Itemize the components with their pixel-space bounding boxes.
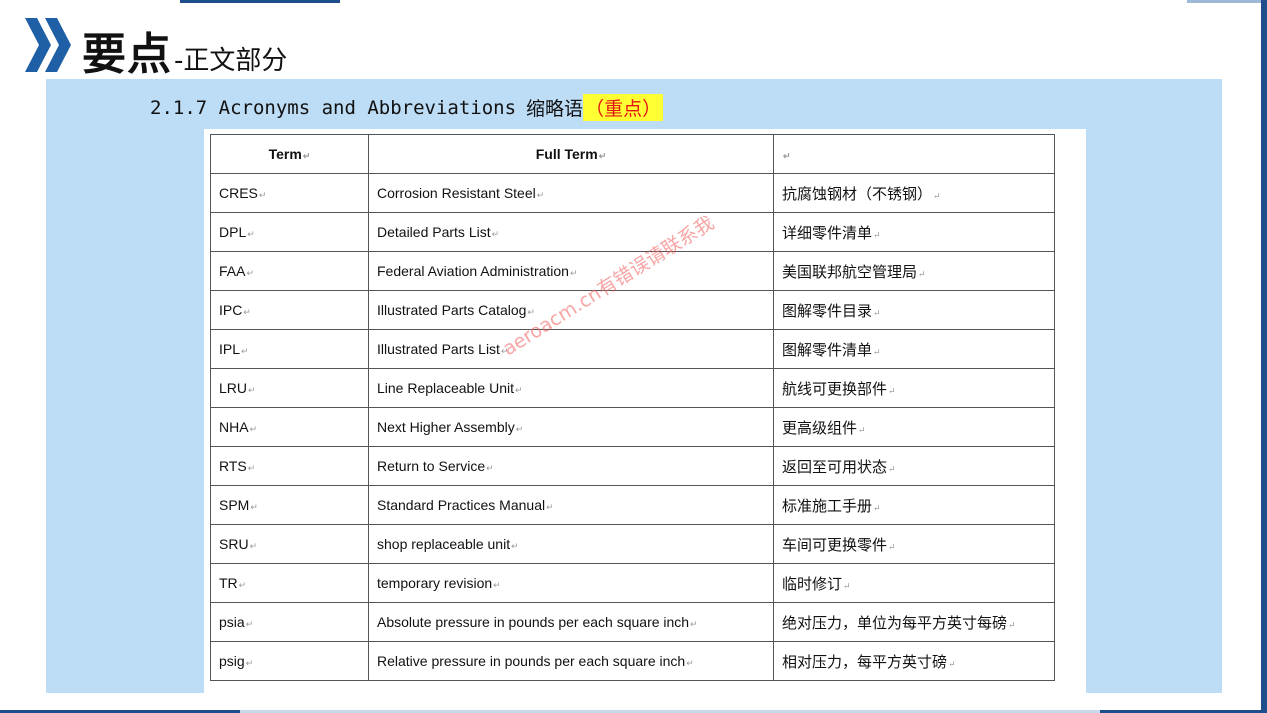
section-heading: 2.1.7 Acronyms and Abbreviations 缩略语 （重点…	[150, 94, 664, 121]
cell-term: IPL↵	[210, 329, 369, 369]
cell-chinese: 图解零件目录↵	[773, 290, 1055, 330]
header-chinese: ↵	[773, 134, 1055, 174]
cell-chinese: 车间可更换零件↵	[773, 524, 1055, 564]
cell-term: LRU↵	[210, 368, 369, 408]
cell-term: psig↵	[210, 641, 369, 681]
table-row: DPL↵ Detailed Parts List↵ 详细零件清单↵	[210, 212, 1055, 252]
cell-term: SRU↵	[210, 524, 369, 564]
slide-title-main: 要点	[82, 29, 172, 80]
table-row: CRES↵ Corrosion Resistant Steel↵ 抗腐蚀钢材（不锈钢…	[210, 173, 1055, 213]
cell-chinese: 美国联邦航空管理局↵	[773, 251, 1055, 291]
cell-term: NHA↵	[210, 407, 369, 447]
cell-chinese: 抗腐蚀钢材（不锈钢）↵	[773, 173, 1055, 213]
cell-term: RTS↵	[210, 446, 369, 486]
cell-full-term: Standard Practices Manual↵	[368, 485, 774, 525]
cell-chinese: 相对压力，每平方英寸磅↵	[773, 641, 1055, 681]
top-edge-accent-left	[180, 0, 340, 3]
table-row: LRU↵ Line Replaceable Unit↵ 航线可更换部件↵	[210, 368, 1055, 408]
table-row: SPM↵ Standard Practices Manual↵ 标准施工手册↵	[210, 485, 1055, 525]
table-row: psia↵ Absolute pressure in pounds per eac…	[210, 602, 1055, 642]
table-row: SRU↵ shop replaceable unit↵ 车间可更换零件↵	[210, 524, 1055, 564]
cell-term: CRES↵	[210, 173, 369, 213]
cell-term: psia↵	[210, 602, 369, 642]
cell-term: SPM↵	[210, 485, 369, 525]
cell-chinese: 详细零件清单↵	[773, 212, 1055, 252]
cell-full-term: Corrosion Resistant Steel↵	[368, 173, 774, 213]
cell-full-term: temporary revision↵	[368, 563, 774, 603]
cell-term: TR↵	[210, 563, 369, 603]
header-full-term: Full Term↵	[368, 134, 774, 174]
cell-term: IPC↵	[210, 290, 369, 330]
right-edge-bar	[1261, 0, 1267, 713]
table-row: psig↵ Relative pressure in pounds per eac…	[210, 641, 1055, 681]
section-heading-cn: 缩略语	[526, 98, 584, 120]
double-chevron-right-icon	[25, 18, 71, 72]
cell-full-term: Federal Aviation Administration↵	[368, 251, 774, 291]
table-row: RTS↵ Return to Service↵ 返回至可用状态↵	[210, 446, 1055, 486]
header-term: Term↵	[210, 134, 369, 174]
cell-chinese: 航线可更换部件↵	[773, 368, 1055, 408]
slide-title-sub: -正文部分	[174, 46, 288, 76]
cell-full-term: Illustrated Parts List↵	[368, 329, 774, 369]
cell-chinese: 返回至可用状态↵	[773, 446, 1055, 486]
cell-full-term: Relative pressure in pounds per each squ…	[368, 641, 774, 681]
document-page: Term↵ Full Term↵ ↵ CRES↵ Corrosion Resist…	[204, 129, 1086, 693]
acronym-table: Term↵ Full Term↵ ↵ CRES↵ Corrosion Resist…	[210, 134, 1055, 681]
table-row: IPL↵ Illustrated Parts List↵ 图解零件清单↵	[210, 329, 1055, 369]
table-row: NHA↵ Next Higher Assembly↵ 更高级组件↵	[210, 407, 1055, 447]
cell-term: FAA↵	[210, 251, 369, 291]
cell-chinese: 临时修订↵	[773, 563, 1055, 603]
cell-chinese: 绝对压力，单位为每平方英寸每磅↵	[773, 602, 1055, 642]
table-header-row: Term↵ Full Term↵ ↵	[210, 134, 1055, 174]
cell-chinese: 标准施工手册↵	[773, 485, 1055, 525]
section-heading-highlight: （重点）	[583, 94, 664, 121]
cell-full-term: Next Higher Assembly↵	[368, 407, 774, 447]
section-heading-code: 2.1.7 Acronyms and Abbreviations	[150, 96, 517, 119]
cell-chinese: 图解零件清单↵	[773, 329, 1055, 369]
content-panel: 2.1.7 Acronyms and Abbreviations 缩略语 （重点…	[46, 79, 1222, 693]
table-row: IPC↵ Illustrated Parts Catalog↵ 图解零件目录↵	[210, 290, 1055, 330]
top-edge-accent-right	[1187, 0, 1267, 3]
cell-full-term: Absolute pressure in pounds per each squ…	[368, 602, 774, 642]
cell-term: DPL↵	[210, 212, 369, 252]
cell-full-term: Line Replaceable Unit↵	[368, 368, 774, 408]
table-row: TR↵ temporary revision↵ 临时修订↵	[210, 563, 1055, 603]
cell-full-term: shop replaceable unit↵	[368, 524, 774, 564]
cell-chinese: 更高级组件↵	[773, 407, 1055, 447]
cell-full-term: Return to Service↵	[368, 446, 774, 486]
slide-title: 要点 -正文部分	[82, 18, 288, 80]
